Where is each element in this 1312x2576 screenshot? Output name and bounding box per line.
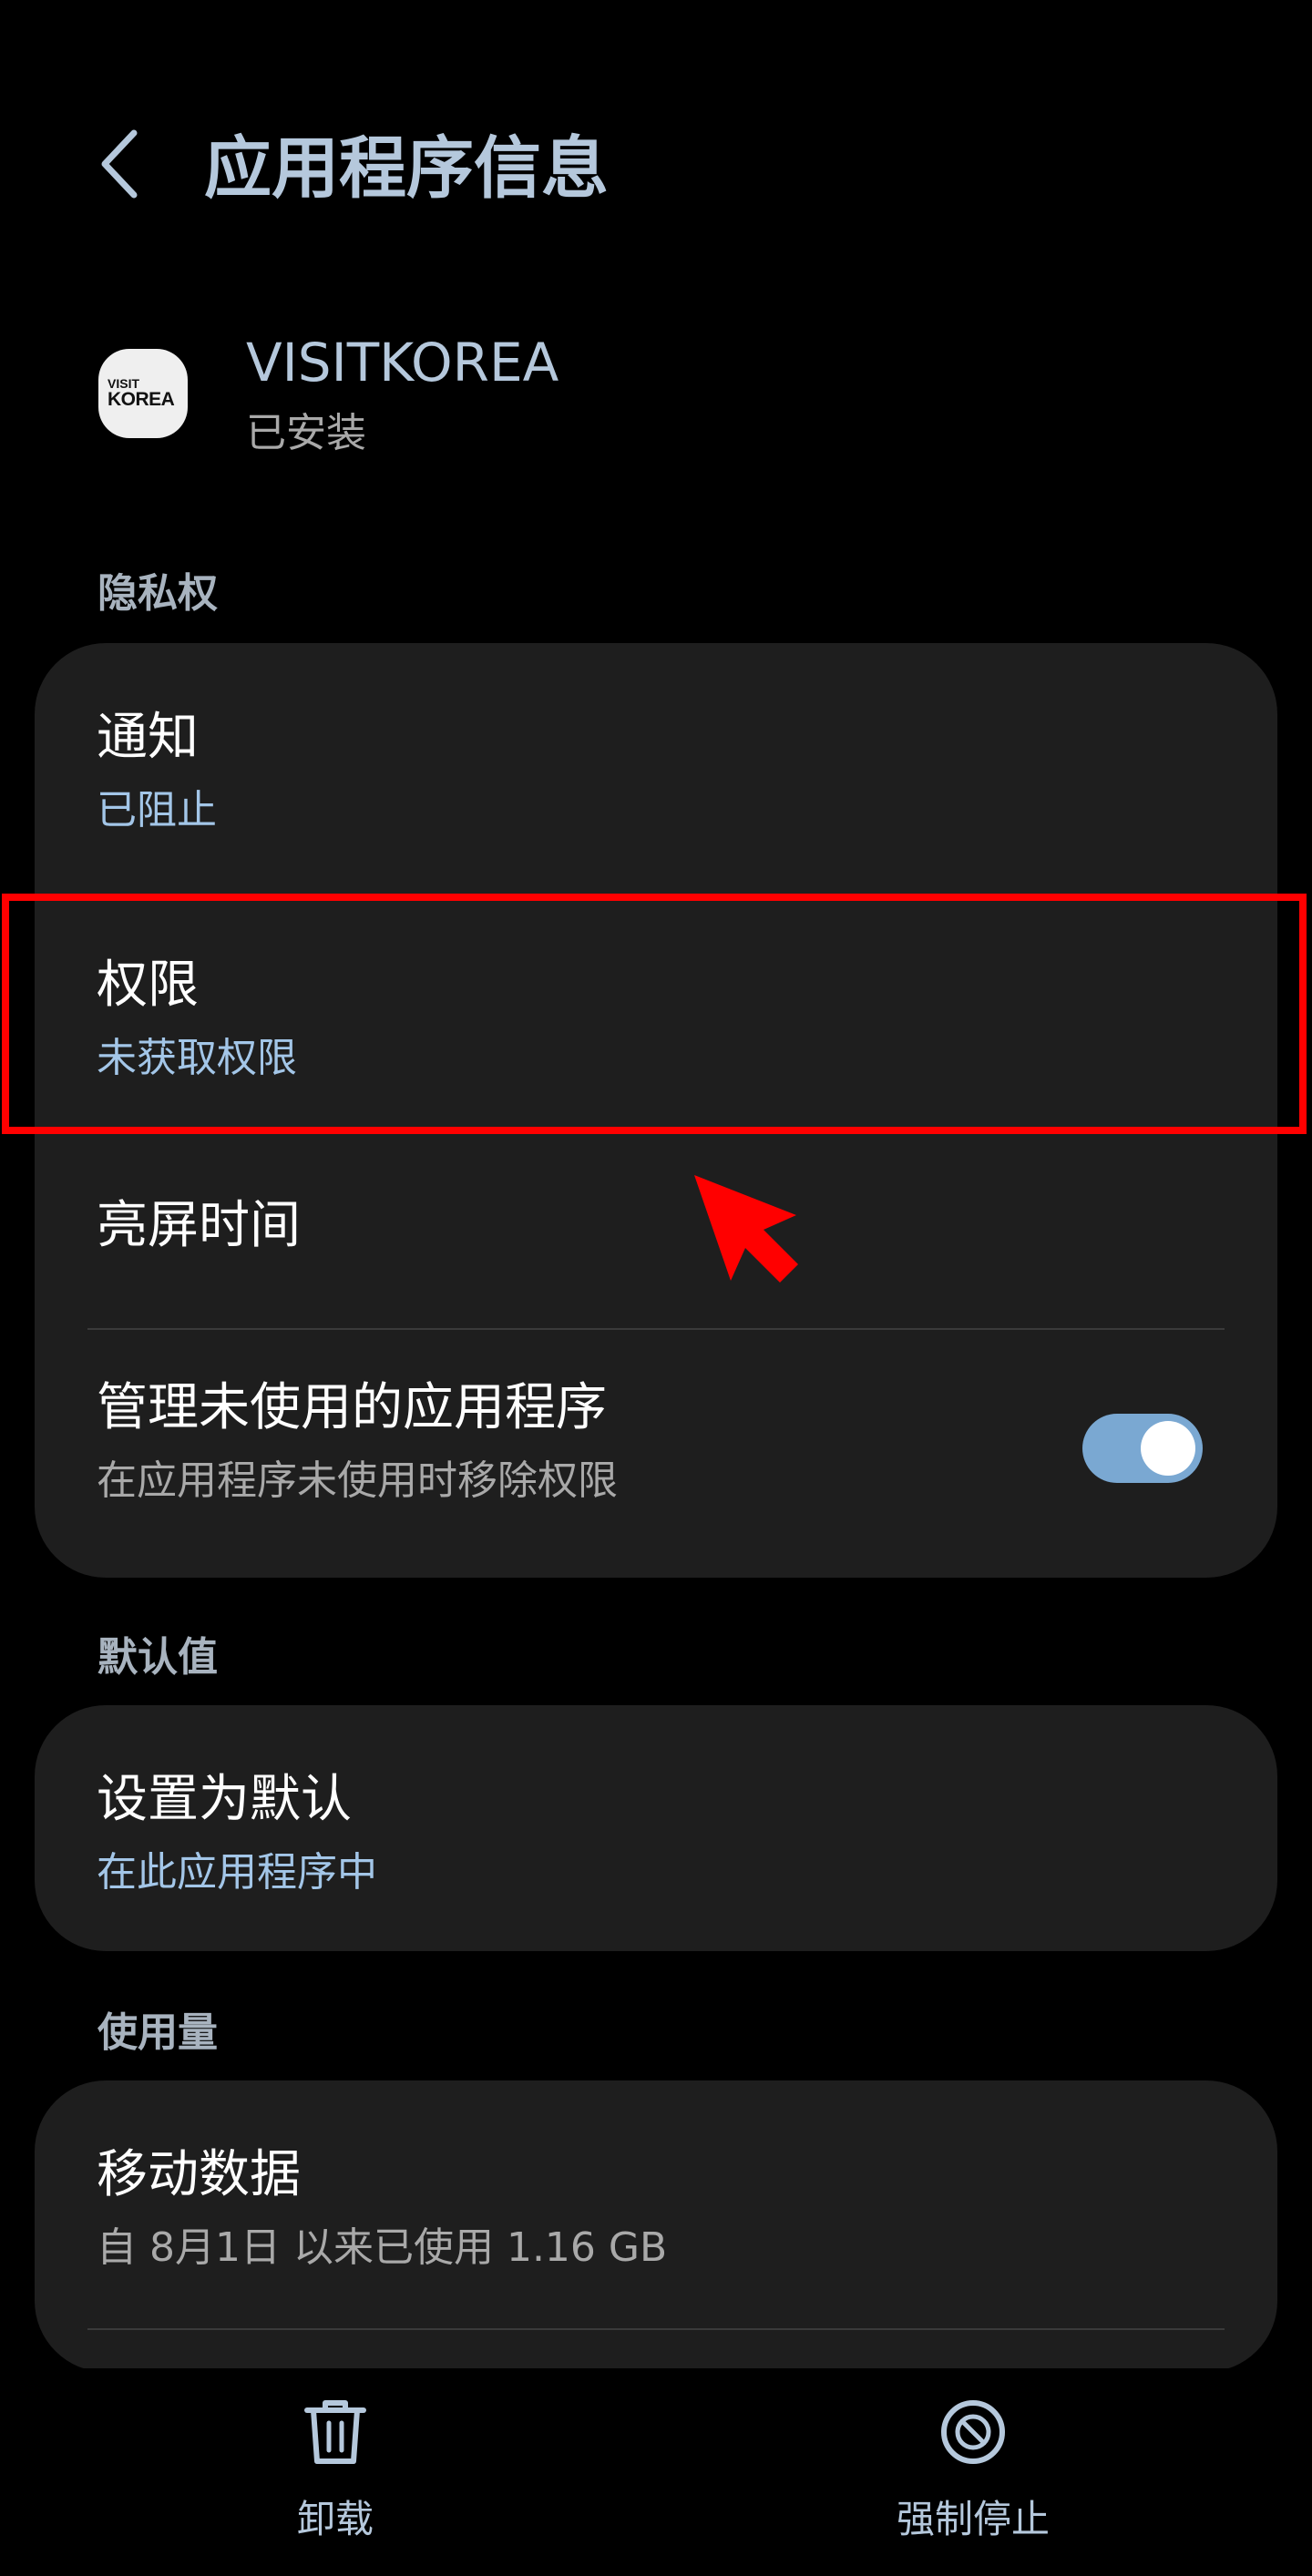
force-stop-label: 强制停止	[896, 2497, 1050, 2541]
screen-time-title: 亮屏时间	[97, 1196, 301, 1255]
manage-unused-apps-item[interactable]: 管理未使用的应用程序 在应用程序未使用时移除权限	[35, 1330, 1277, 1578]
force-stop-button[interactable]: 强制停止	[836, 2396, 1110, 2545]
mobile-data-title: 移动数据	[97, 2145, 301, 2204]
permissions-title: 权限	[97, 956, 199, 1015]
mobile-data-item[interactable]: 移动数据 自 8月1日 以来已使用 1.16 GB	[35, 2080, 1277, 2326]
permissions-item[interactable]: 权限 未获取权限	[35, 889, 1277, 1135]
privacy-card: 通知 已阻止 权限 未获取权限 亮屏时间 管理未使用的应用程序 在应用程序未使用…	[35, 643, 1277, 1578]
bottom-action-bar: 卸载 强制停止	[0, 2368, 1312, 2576]
page-title: 应用程序信息	[204, 129, 609, 208]
block-icon	[937, 2396, 1010, 2469]
uninstall-button[interactable]: 卸载	[199, 2396, 472, 2545]
app-icon: VISIT KOREA	[98, 349, 188, 438]
app-icon-text-big: KOREA	[108, 389, 175, 410]
divider	[87, 2328, 1225, 2330]
section-label-usage: 使用量	[97, 2009, 218, 2056]
screen-time-item[interactable]: 亮屏时间	[35, 1135, 1277, 1317]
app-install-status: 已安装	[246, 410, 366, 456]
mobile-data-subtitle: 自 8月1日 以来已使用 1.16 GB	[97, 2224, 668, 2271]
defaults-card: 设置为默认 在此应用程序中	[35, 1705, 1277, 1951]
set-as-default-title: 设置为默认	[97, 1770, 352, 1829]
uninstall-label: 卸载	[296, 2497, 374, 2541]
manage-unused-apps-toggle[interactable]	[1082, 1414, 1203, 1483]
usage-card: 移动数据 自 8月1日 以来已使用 1.16 GB	[35, 2080, 1277, 2372]
chevron-left-icon	[101, 129, 138, 199]
notifications-title: 通知	[97, 708, 199, 767]
manage-unused-apps-title: 管理未使用的应用程序	[97, 1378, 607, 1437]
app-name: VISITKOREA	[246, 332, 559, 394]
set-as-default-subtitle: 在此应用程序中	[97, 1849, 377, 1896]
set-as-default-item[interactable]: 设置为默认 在此应用程序中	[35, 1705, 1277, 1951]
permissions-subtitle: 未获取权限	[97, 1035, 297, 1081]
section-label-defaults: 默认值	[97, 1634, 218, 1681]
notifications-item[interactable]: 通知 已阻止	[35, 643, 1277, 889]
app-icon-text-small: VISIT	[108, 376, 140, 391]
back-button[interactable]	[84, 118, 157, 210]
notifications-subtitle: 已阻止	[97, 787, 217, 833]
toggle-knob	[1141, 1421, 1195, 1476]
manage-unused-apps-subtitle: 在应用程序未使用时移除权限	[97, 1457, 618, 1504]
trash-icon	[299, 2396, 372, 2469]
section-label-privacy: 隐私权	[97, 570, 218, 617]
